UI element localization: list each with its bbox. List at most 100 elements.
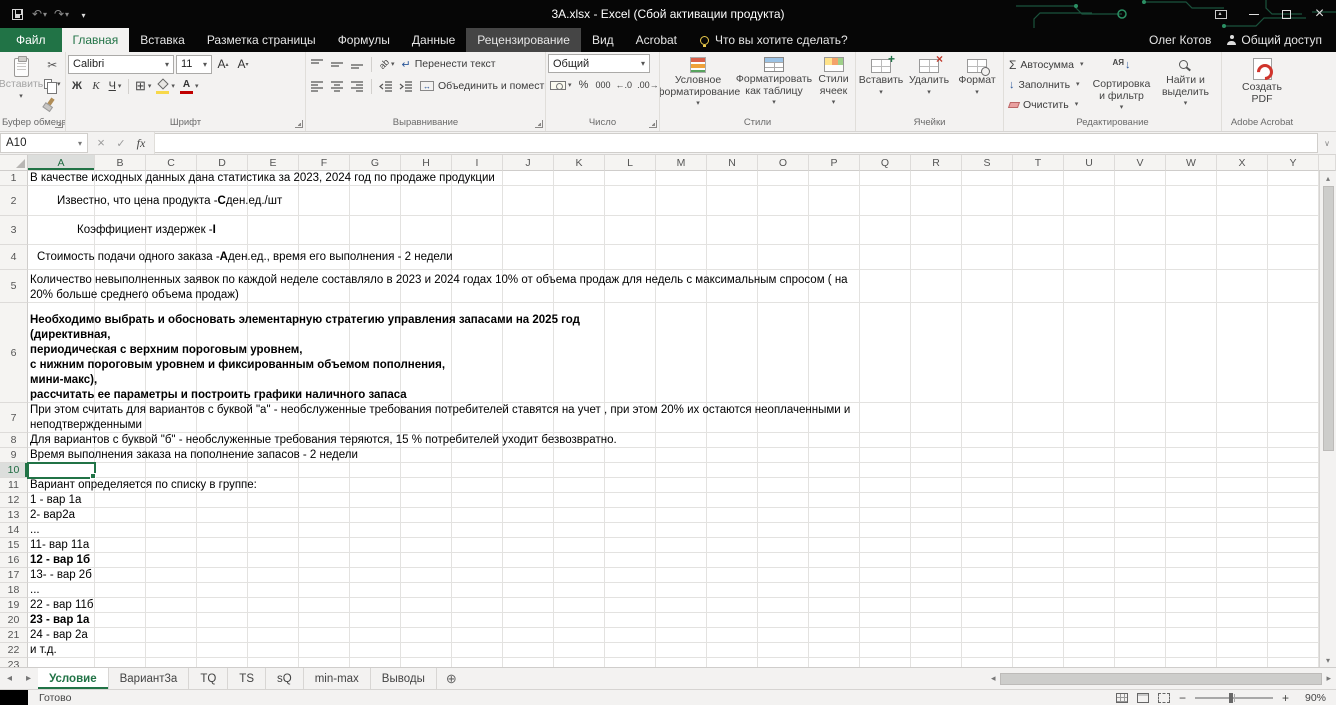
cell-V6[interactable] [1115, 303, 1166, 403]
cell-C13[interactable] [146, 508, 197, 523]
cell-G17[interactable] [350, 568, 401, 583]
cell-I17[interactable] [452, 568, 503, 583]
cell-N19[interactable] [707, 598, 758, 613]
cell-G22[interactable] [350, 643, 401, 658]
cell-Q16[interactable] [860, 553, 911, 568]
cell-L22[interactable] [605, 643, 656, 658]
row-header-11[interactable]: 11 [0, 478, 28, 493]
cell-Q6[interactable] [860, 303, 911, 403]
cell-C5[interactable] [146, 270, 197, 303]
cell-S23[interactable] [962, 658, 1013, 667]
cell-N9[interactable] [707, 448, 758, 463]
cell-S9[interactable] [962, 448, 1013, 463]
cell-R4[interactable] [911, 245, 962, 270]
fill-color-button[interactable] [154, 77, 177, 95]
cell-Y7[interactable] [1268, 403, 1319, 433]
cell-F13[interactable] [299, 508, 350, 523]
row-header-9[interactable]: 9 [0, 448, 28, 463]
cell-B2[interactable] [95, 186, 146, 216]
cell-I3[interactable] [452, 216, 503, 245]
row-header-6[interactable]: 6 [0, 303, 28, 403]
cell-X17[interactable] [1217, 568, 1268, 583]
cell-O1[interactable] [758, 171, 809, 186]
cell-O12[interactable] [758, 493, 809, 508]
cell-Q22[interactable] [860, 643, 911, 658]
tab-data[interactable]: Данные [401, 28, 466, 52]
column-header-I[interactable]: I [452, 155, 503, 171]
cell-L7[interactable] [605, 403, 656, 433]
cell-L23[interactable] [605, 658, 656, 667]
cell-O9[interactable] [758, 448, 809, 463]
cell-M12[interactable] [656, 493, 707, 508]
cell-W19[interactable] [1166, 598, 1217, 613]
row-header-13[interactable]: 13 [0, 508, 28, 523]
cell-X22[interactable] [1217, 643, 1268, 658]
cell-L19[interactable] [605, 598, 656, 613]
number-format-select[interactable]: Общий [548, 54, 650, 73]
cell-V1[interactable] [1115, 171, 1166, 186]
cell-C21[interactable] [146, 628, 197, 643]
cell-N14[interactable] [707, 523, 758, 538]
cell-T18[interactable] [1013, 583, 1064, 598]
cell-G1[interactable] [350, 171, 401, 186]
cell-J5[interactable] [503, 270, 554, 303]
cell-L5[interactable] [605, 270, 656, 303]
cell-V5[interactable] [1115, 270, 1166, 303]
sheet-nav-right-button[interactable] [19, 668, 38, 689]
cell-B21[interactable] [95, 628, 146, 643]
cell-N13[interactable] [707, 508, 758, 523]
cell-O18[interactable] [758, 583, 809, 598]
cell-L10[interactable] [605, 463, 656, 478]
cell-A3[interactable] [28, 216, 95, 245]
cell-L21[interactable] [605, 628, 656, 643]
cut-button[interactable] [42, 56, 63, 74]
enter-button[interactable] [111, 133, 131, 153]
cell-P12[interactable] [809, 493, 860, 508]
cell-S5[interactable] [962, 270, 1013, 303]
cell-W10[interactable] [1166, 463, 1217, 478]
cell-L9[interactable] [605, 448, 656, 463]
cell-U11[interactable] [1064, 478, 1115, 493]
scroll-left-button[interactable] [989, 673, 998, 684]
row-header-22[interactable]: 22 [0, 643, 28, 658]
cell-K10[interactable] [554, 463, 605, 478]
cell-T7[interactable] [1013, 403, 1064, 433]
cell-H21[interactable] [401, 628, 452, 643]
cell-A21[interactable] [28, 628, 95, 643]
cell-J9[interactable] [503, 448, 554, 463]
cell-P16[interactable] [809, 553, 860, 568]
cell-G16[interactable] [350, 553, 401, 568]
cell-E12[interactable] [248, 493, 299, 508]
cell-K8[interactable] [554, 433, 605, 448]
tab-acrobat[interactable]: Acrobat [625, 28, 688, 52]
new-sheet-button[interactable] [437, 668, 466, 689]
cell-F19[interactable] [299, 598, 350, 613]
cell-Y1[interactable] [1268, 171, 1319, 186]
cell-G13[interactable] [350, 508, 401, 523]
column-header-F[interactable]: F [299, 155, 350, 171]
cell-S8[interactable] [962, 433, 1013, 448]
redo-button[interactable] [51, 3, 72, 25]
cell-P14[interactable] [809, 523, 860, 538]
cell-Q19[interactable] [860, 598, 911, 613]
row-header-14[interactable]: 14 [0, 523, 28, 538]
cell-G4[interactable] [350, 245, 401, 270]
maximize-button[interactable] [1270, 0, 1303, 28]
copy-button[interactable] [42, 75, 63, 94]
cell-C8[interactable] [146, 433, 197, 448]
cell-G7[interactable] [350, 403, 401, 433]
cell-C10[interactable] [146, 463, 197, 478]
cell-K4[interactable] [554, 245, 605, 270]
cell-R16[interactable] [911, 553, 962, 568]
row-header-16[interactable]: 16 [0, 553, 28, 568]
cell-T8[interactable] [1013, 433, 1064, 448]
cell-F21[interactable] [299, 628, 350, 643]
cell-V21[interactable] [1115, 628, 1166, 643]
bold-button[interactable]: Ж [68, 77, 86, 95]
cell-P1[interactable] [809, 171, 860, 186]
cell-U12[interactable] [1064, 493, 1115, 508]
cell-S11[interactable] [962, 478, 1013, 493]
cell-K16[interactable] [554, 553, 605, 568]
cell-H2[interactable] [401, 186, 452, 216]
underline-button[interactable]: Ч [106, 77, 124, 95]
